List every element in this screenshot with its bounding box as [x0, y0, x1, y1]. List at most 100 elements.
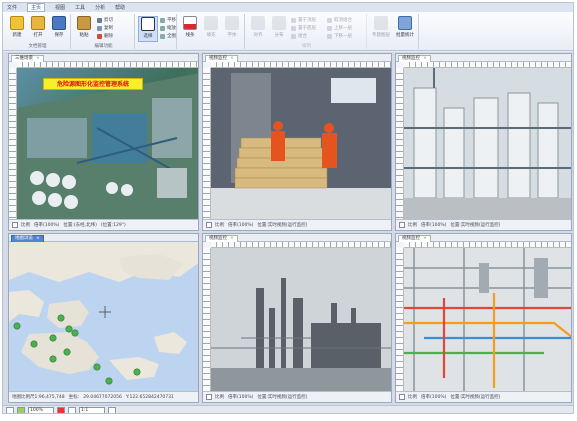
- menu-tab-view[interactable]: 视图: [55, 4, 65, 11]
- application-status-bar: 100% 1:1: [3, 405, 573, 413]
- cut-button[interactable]: 剪切: [97, 17, 113, 23]
- ribbon-group-style: 线条 填充 字体: [179, 14, 245, 49]
- zoom-icon: [160, 25, 165, 31]
- fit-icon[interactable]: [399, 394, 405, 400]
- bring-to-front-button[interactable]: 置于顶层: [291, 17, 316, 23]
- pan-button[interactable]: 平移: [160, 17, 176, 23]
- fill-button[interactable]: 填充: [201, 16, 221, 42]
- vertical-ruler: [396, 68, 404, 219]
- tab-video-4[interactable]: 视频监控 ×: [398, 235, 431, 242]
- scale-combo[interactable]: 100%: [28, 407, 54, 413]
- map-status-bar: 地图比例尺1:96,475,748 坐标: 29.04677072056 Y:1…: [9, 391, 198, 402]
- pipe-network-view[interactable]: [404, 248, 571, 391]
- refinery-video-frame: [211, 248, 391, 391]
- video-feed-warehouse[interactable]: [211, 68, 391, 219]
- move-down-button[interactable]: 下移一层: [327, 33, 352, 39]
- ribbon-group-thematic: 专题图层 批量统计: [369, 14, 419, 49]
- select-button[interactable]: 选择: [138, 16, 158, 42]
- arrow-up-icon: [327, 25, 332, 31]
- group-title: 文档管理: [28, 44, 47, 49]
- delete-button[interactable]: 删除: [97, 33, 113, 39]
- group-icon: [291, 33, 296, 39]
- fit-icon[interactable]: [399, 222, 405, 228]
- workspace: 三维场景 × 危险源图形化监控管理系统 比例 倍率(100%) 位置:(东经,北…: [3, 52, 573, 405]
- new-document-icon: [10, 16, 24, 30]
- ribbon-group-edit: 粘贴 剪切 复制 删除 编辑功能: [73, 14, 135, 49]
- menu-tab-analysis[interactable]: 分析: [95, 4, 105, 11]
- panel-video-reactor: 视频监控 × 比例 倍率(100%) 位置:实时视频(运行监控): [395, 53, 572, 231]
- ungroup-icon: [327, 17, 332, 23]
- ungroup-button[interactable]: 取消组合: [327, 17, 352, 23]
- reactor-video-frame: [404, 68, 571, 219]
- fit-icon[interactable]: [12, 222, 18, 228]
- fit-icon[interactable]: [206, 394, 212, 400]
- distribute-button[interactable]: 分布: [269, 16, 289, 42]
- fill-bucket-icon: [204, 16, 218, 30]
- send-to-back-button[interactable]: 置于底层: [291, 25, 316, 31]
- bring-front-icon: [291, 17, 296, 23]
- full-extent-icon: [160, 33, 165, 39]
- warehouse-video-frame: [211, 68, 391, 219]
- full-extent-button[interactable]: 全图: [160, 33, 176, 39]
- tab-map[interactable]: 地图浏览 ×: [11, 235, 44, 242]
- move-up-button[interactable]: 上移一层: [327, 25, 352, 31]
- panel-map: 地图浏览 × 地图比例尺1:96,475,748 坐标: 29.04677072…: [8, 233, 199, 403]
- open-button[interactable]: 打开: [28, 16, 48, 42]
- align-icon: [251, 16, 265, 30]
- group-title: 排列: [302, 44, 311, 49]
- map-view[interactable]: [9, 242, 198, 391]
- warning-icon[interactable]: [57, 407, 65, 413]
- copy-button[interactable]: 复制: [97, 25, 113, 31]
- print-icon[interactable]: [108, 407, 116, 413]
- group-title: 编辑功能: [94, 44, 113, 49]
- vertical-ruler: [9, 68, 17, 219]
- panel-3d-scene: 三维场景 × 危险源图形化监控管理系统 比例 倍率(100%) 位置:(东经,北…: [8, 53, 199, 231]
- vertical-ruler: [203, 68, 211, 219]
- arrow-down-icon: [327, 33, 332, 39]
- system-title-banner: 危险源图形化监控管理系统: [43, 78, 143, 90]
- font-button[interactable]: 字体: [222, 16, 242, 42]
- send-back-icon: [291, 25, 296, 31]
- menu-tab-home[interactable]: 主页: [27, 3, 46, 12]
- menu-tab-file[interactable]: 文件: [7, 4, 17, 11]
- menu-tab-help[interactable]: 帮助: [115, 4, 125, 11]
- zoom-combo[interactable]: 1:1: [79, 407, 105, 413]
- video-feed-refinery[interactable]: [211, 248, 391, 391]
- tab-3d-scene[interactable]: 三维场景 ×: [11, 55, 44, 62]
- plant-3d-render: [17, 73, 198, 219]
- panel-status-bar: 比例 倍率(100%) 位置:实时视频(运行监控): [203, 391, 391, 402]
- zoom-button[interactable]: 缩放: [160, 25, 176, 31]
- fit-icon[interactable]: [206, 222, 212, 228]
- ribbon-group-document: 新建 打开 保存 文档管理: [5, 14, 71, 49]
- batch-statistics-button[interactable]: 批量统计: [395, 16, 415, 42]
- ribbon-group-arrange: 对齐 分布 置于顶层 置于底层 组合 取消组合 上移一层 下移一层 排列: [247, 14, 367, 49]
- thematic-layer-button[interactable]: 专题图层: [371, 16, 391, 42]
- tab-video-1[interactable]: 视频监控 ×: [205, 55, 238, 62]
- save-button[interactable]: 保存: [49, 16, 69, 42]
- panel-pipe-network: 视频监控 × 比例 倍率(100%) 位置:实时视频(运行监控): [395, 233, 572, 403]
- tab-video-3[interactable]: 视频监控 ×: [205, 235, 238, 242]
- group-button[interactable]: 组合: [291, 33, 307, 39]
- save-disk-icon: [52, 16, 66, 30]
- panel-status-bar: 比例 倍率(100%) 位置:(东经,北纬) (位置:129°): [9, 219, 198, 230]
- grid-toggle-icon[interactable]: [6, 407, 14, 413]
- map-canvas[interactable]: [9, 242, 198, 391]
- panel-status-bar: 比例 倍率(100%) 位置:实时视频(运行监控): [396, 391, 571, 402]
- video-feed-reactor[interactable]: [404, 68, 571, 219]
- paste-button[interactable]: 粘贴: [74, 16, 94, 42]
- pushpin-icon: [374, 16, 388, 30]
- align-button[interactable]: 对齐: [248, 16, 268, 42]
- line-style-button[interactable]: 线条: [180, 16, 200, 42]
- ribbon-group-select: 选择 平移 缩放 全图: [137, 14, 177, 49]
- vertical-ruler: [203, 248, 211, 391]
- tab-video-2[interactable]: 视频监控 ×: [398, 55, 431, 62]
- panel-video-warehouse: 视频监控 × 比例 倍率(100%) 位置:实时视频(运行监控): [202, 53, 392, 231]
- copy-icon: [97, 25, 102, 31]
- application-window: 文件 主页 视图 工具 分析 帮助 新建 打开 保存 文档管理 粘贴 剪切 复制…: [2, 2, 574, 414]
- layer-icon[interactable]: [68, 407, 76, 413]
- menu-bar: 文件 主页 视图 工具 分析 帮助: [3, 3, 573, 12]
- snap-toggle-icon[interactable]: [17, 407, 25, 413]
- scene-3d-view[interactable]: 危险源图形化监控管理系统: [17, 68, 198, 219]
- menu-tab-tools[interactable]: 工具: [75, 4, 85, 11]
- new-button[interactable]: 新建: [7, 16, 27, 42]
